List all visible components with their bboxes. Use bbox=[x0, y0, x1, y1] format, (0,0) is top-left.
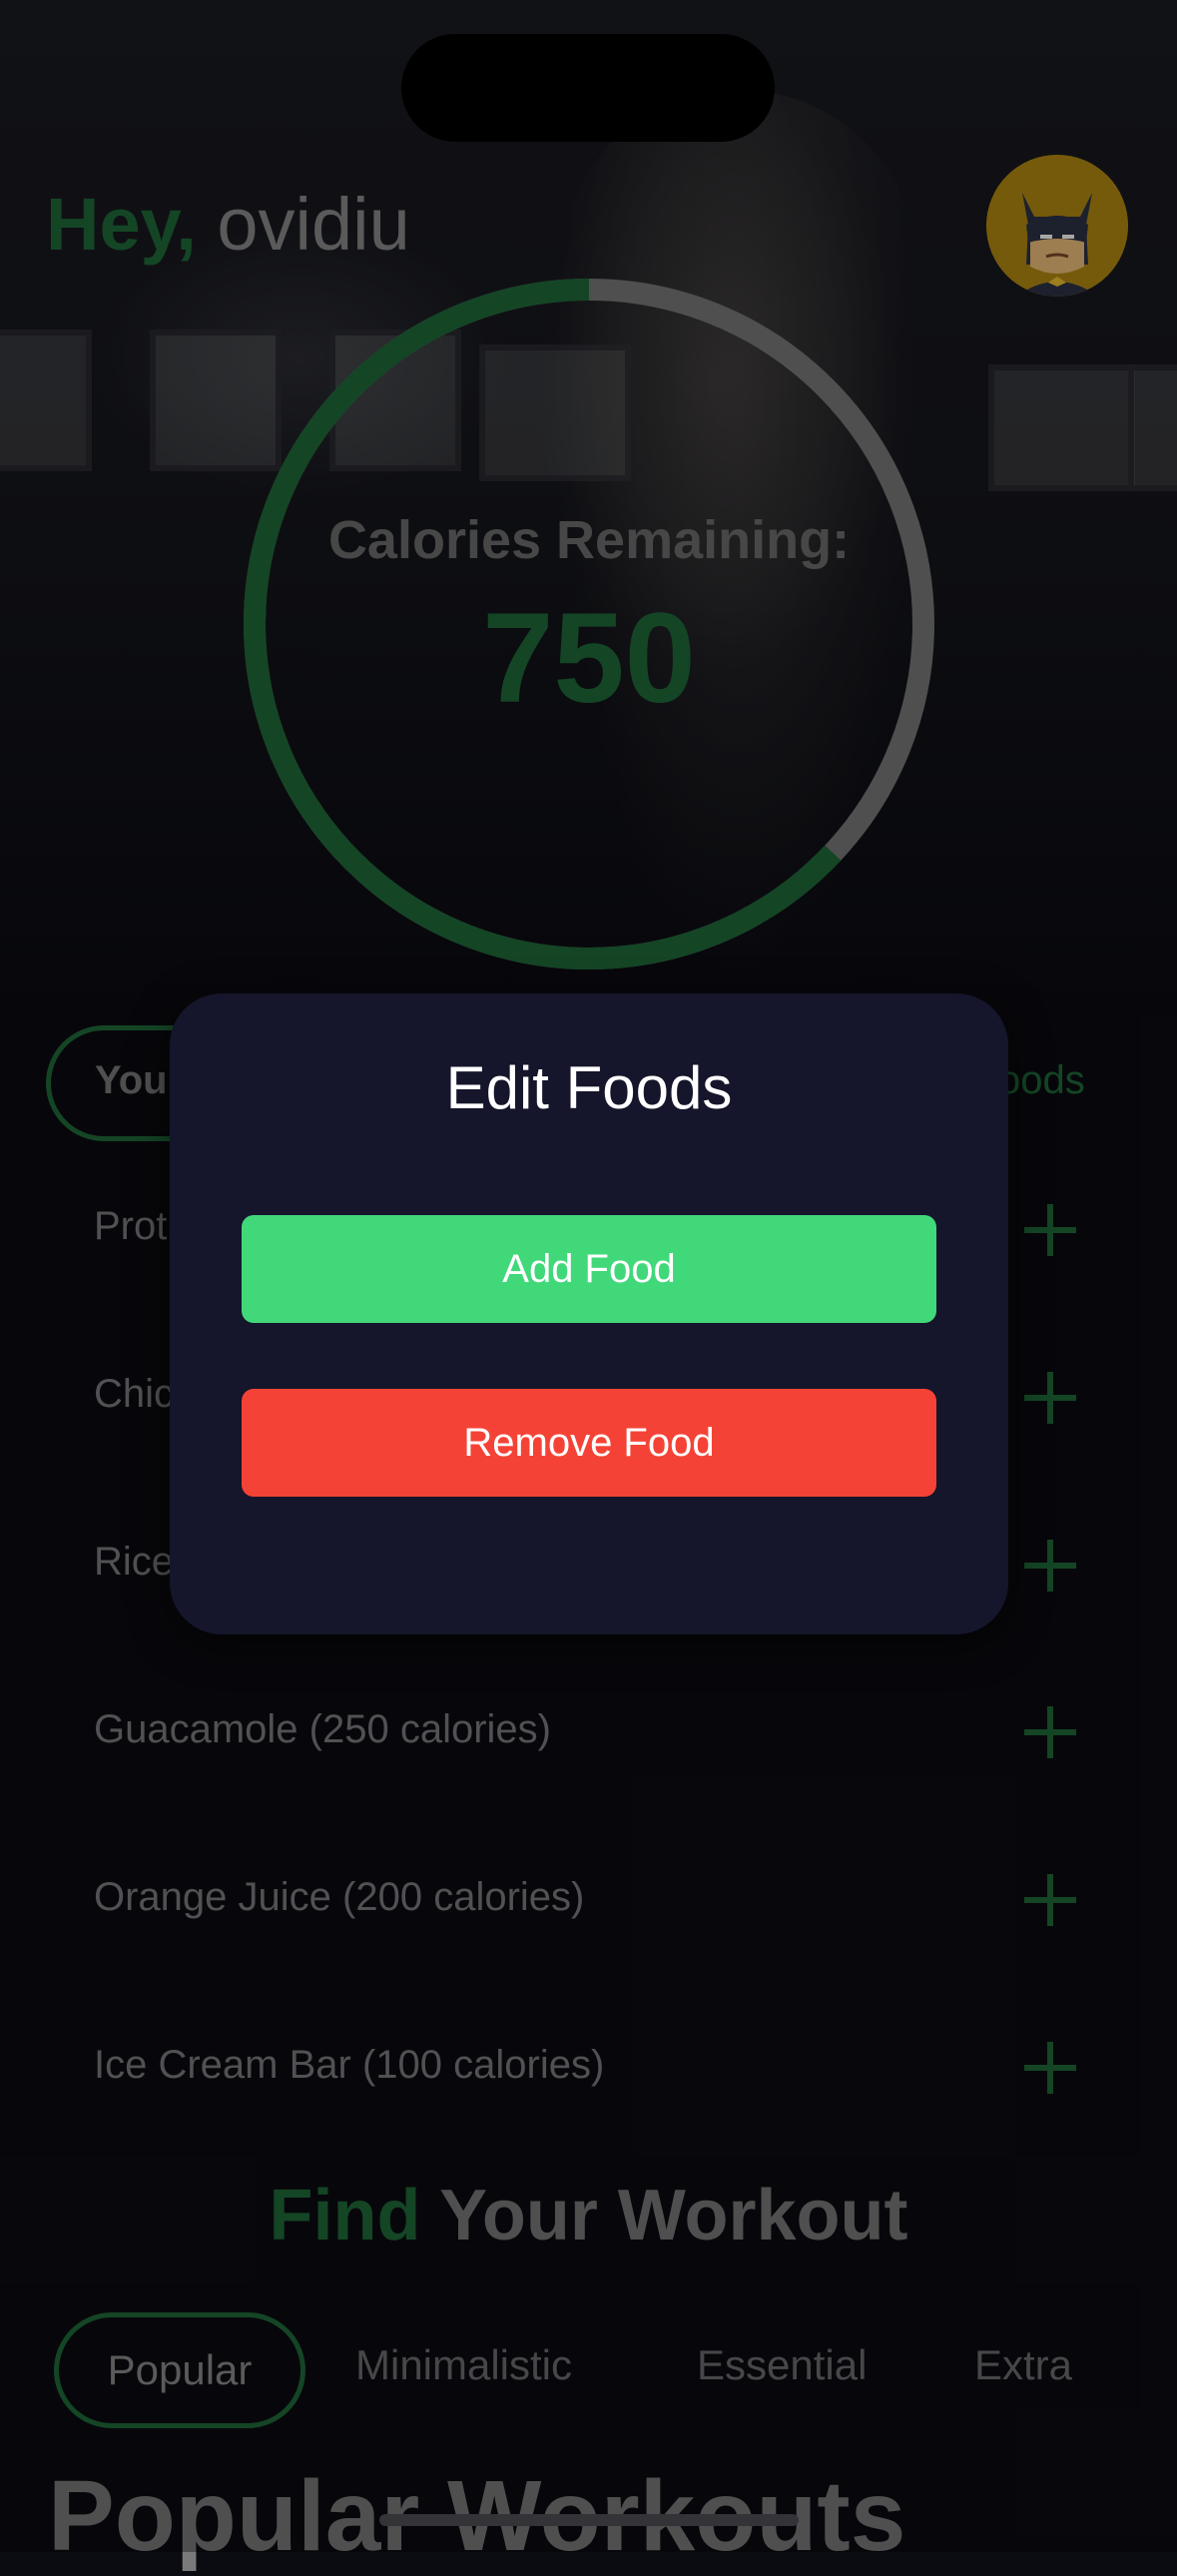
edit-foods-modal: Edit Foods Add Food Remove Food bbox=[170, 993, 1008, 1634]
home-indicator[interactable] bbox=[379, 2514, 799, 2526]
modal-title: Edit Foods bbox=[445, 1054, 733, 1121]
dynamic-island bbox=[401, 34, 775, 142]
add-food-button[interactable]: Add Food bbox=[242, 1215, 936, 1323]
remove-food-button[interactable]: Remove Food bbox=[242, 1389, 936, 1497]
